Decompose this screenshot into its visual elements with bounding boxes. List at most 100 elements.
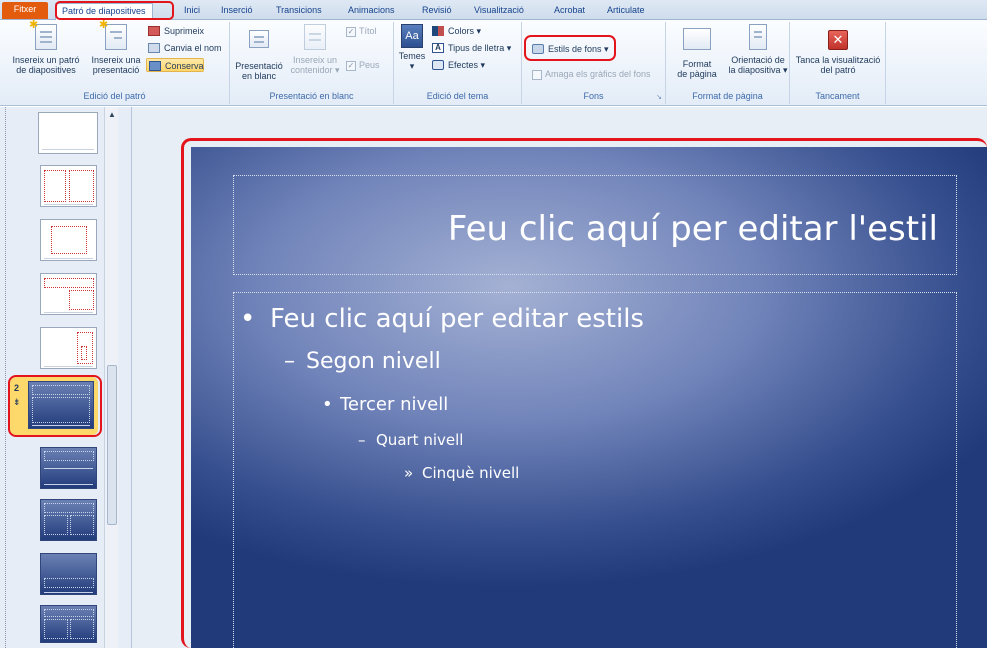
thumbnail-scrollbar[interactable]: ▲ <box>104 107 118 648</box>
slide-orientation-label-2: la diapositiva ▾ <box>728 65 788 75</box>
rename-label: Canvia el nom <box>164 43 222 53</box>
new-star-icon: ✱ <box>29 19 39 31</box>
group-edit-master: ✱ Insereix un patró de diapositives ✱ In… <box>0 20 230 104</box>
footers-checkbox[interactable]: ✓ Peus <box>344 58 380 72</box>
close-icon: ✕ <box>828 30 848 50</box>
thumbnail-layout-4[interactable] <box>40 327 97 369</box>
page-setup-label: Format <box>682 59 712 69</box>
master-layout-button[interactable]: Presentació en blanc <box>232 24 286 81</box>
master-layout-icon <box>246 30 272 58</box>
close-master-label: Tanca la visualització <box>795 55 881 65</box>
title-checkbox-label: Títol <box>359 26 377 36</box>
tab-slide-master[interactable]: Patró de diapositives <box>55 3 153 20</box>
tab-articulate[interactable]: Articulate <box>601 3 651 20</box>
tab-transitions[interactable]: Transicions <box>270 3 328 20</box>
rename-button[interactable]: Canvia el nom <box>146 41 222 55</box>
thumbnail-layout-8[interactable] <box>40 553 97 595</box>
themes-button[interactable]: Aa Temes ▾ <box>396 24 428 71</box>
tab-insert[interactable]: Inserció <box>215 3 259 20</box>
title-checkbox[interactable]: ✓ Títol <box>344 24 377 38</box>
layout-icon: ✱ <box>99 20 129 52</box>
group-page-setup: Format de pàgina Orientació de la diapos… <box>666 22 790 104</box>
tab-review[interactable]: Revisió <box>416 3 458 20</box>
master-layout-label-2: en blanc <box>241 71 277 81</box>
colors-button[interactable]: Colors ▾ <box>430 24 481 38</box>
page-setup-icon <box>683 28 711 56</box>
effects-button[interactable]: Efectes ▾ <box>430 58 485 72</box>
themes-icon: Aa <box>401 24 423 48</box>
group-background: Estils de fons ▾ Amaga els gràfics del f… <box>522 22 666 104</box>
hide-background-label: Amaga els gràfics del fons <box>545 69 651 79</box>
insert-placeholder-label: Insereix un <box>292 55 338 65</box>
thumbnail-connector-line <box>5 107 7 648</box>
preserve-pin-icon <box>149 61 161 71</box>
close-master-view-button[interactable]: ✕ Tanca la visualització del patró <box>792 24 884 75</box>
group-close: ✕ Tanca la visualització del patró Tanca… <box>790 22 886 104</box>
effects-label: Efectes ▾ <box>448 60 486 70</box>
delete-button[interactable]: Suprimeix <box>146 24 204 38</box>
background-styles-button[interactable]: Estils de fons ▾ <box>530 42 609 56</box>
scroll-up-icon[interactable]: ▲ <box>108 110 116 119</box>
group-label-close: Tancament <box>815 91 860 101</box>
group-label-background: Fons <box>583 91 604 101</box>
themes-label: Temes <box>398 51 426 61</box>
page-setup-button[interactable]: Format de pàgina <box>668 24 726 79</box>
slide-highlight-frame <box>181 138 987 648</box>
orientation-icon <box>745 24 771 52</box>
ribbon-tab-bar: Fitxer Patró de diapositives Inici Inser… <box>0 0 987 20</box>
fonts-button[interactable]: A Tipus de lletra ▾ <box>430 41 511 55</box>
fonts-icon: A <box>432 43 444 53</box>
close-master-label-2: del patró <box>820 65 856 75</box>
delete-label: Suprimeix <box>164 26 205 36</box>
master-layout-label: Presentació <box>235 61 283 71</box>
scrollbar-thumb[interactable] <box>107 365 117 525</box>
hide-background-graphics-checkbox[interactable]: Amaga els gràfics del fons <box>530 67 651 81</box>
group-edit-theme: Aa Temes ▾ Colors ▾ A Tipus de lletra ▾ … <box>394 22 522 104</box>
slide-orientation-button[interactable]: Orientació de la diapositiva ▾ <box>726 24 790 75</box>
colors-label: Colors ▾ <box>448 26 482 36</box>
thumbnail-layout-6[interactable] <box>40 447 97 489</box>
tab-home[interactable]: Inici <box>178 3 206 20</box>
fonts-label: Tipus de lletra ▾ <box>448 43 512 53</box>
selected-thumbnail-highlight-frame <box>8 375 102 437</box>
insert-slide-master-label-2: de diapositives <box>16 65 76 75</box>
thumbnail-layout-7[interactable] <box>40 499 97 541</box>
insert-placeholder-button[interactable]: Insereix un contenidor ▾ <box>288 24 342 75</box>
ribbon: ✱ Insereix un patró de diapositives ✱ In… <box>0 20 987 106</box>
colors-icon <box>432 26 444 36</box>
paint-bucket-icon <box>532 44 544 54</box>
effects-icon <box>432 60 444 70</box>
tab-view[interactable]: Visualització <box>468 3 530 20</box>
placeholder-icon <box>302 24 328 52</box>
group-label-edit-master: Edició del patró <box>83 91 146 101</box>
insert-slide-master-button[interactable]: ✱ Insereix un patró de diapositives <box>4 20 88 76</box>
tab-animations[interactable]: Animacions <box>342 3 401 20</box>
background-styles-label: Estils de fons ▾ <box>548 44 609 54</box>
preserve-label: Conserva <box>165 61 204 71</box>
footers-checkbox-label: Peus <box>359 60 380 70</box>
group-label-edit-theme: Edició del tema <box>426 91 489 101</box>
thumbnail-layout-1[interactable] <box>40 165 97 207</box>
thumbnail-layout-9[interactable] <box>40 605 97 643</box>
rename-icon <box>148 43 160 53</box>
tab-file[interactable]: Fitxer <box>2 2 48 19</box>
dialog-launcher-icon[interactable]: ↘ <box>656 93 662 101</box>
new-star-icon: ✱ <box>99 19 109 31</box>
preserve-button[interactable]: Conserva <box>146 58 204 72</box>
thumbnail-layout-2[interactable] <box>40 219 97 261</box>
footers-check-icon: ✓ <box>346 60 356 71</box>
tab-acrobat[interactable]: Acrobat <box>548 3 591 20</box>
hide-bg-check-icon <box>532 69 542 80</box>
insert-layout-label: Insereix una <box>91 55 141 65</box>
group-label-master-layout: Presentació en blanc <box>269 91 354 101</box>
thumbnail-layout-3[interactable] <box>40 273 97 315</box>
insert-placeholder-label-2: contenidor ▾ <box>290 65 340 75</box>
page-setup-label-2: de pàgina <box>677 69 717 79</box>
title-check-icon: ✓ <box>346 26 356 37</box>
slide-master-icon: ✱ <box>29 20 59 52</box>
group-master-layout: Presentació en blanc Insereix un conteni… <box>230 22 394 104</box>
group-label-page-setup: Format de pàgina <box>692 91 763 101</box>
thumbnail-master[interactable] <box>38 112 98 154</box>
insert-layout-button[interactable]: ✱ Insereix una presentació <box>88 20 144 76</box>
themes-dropdown-icon: ▾ <box>409 61 415 71</box>
